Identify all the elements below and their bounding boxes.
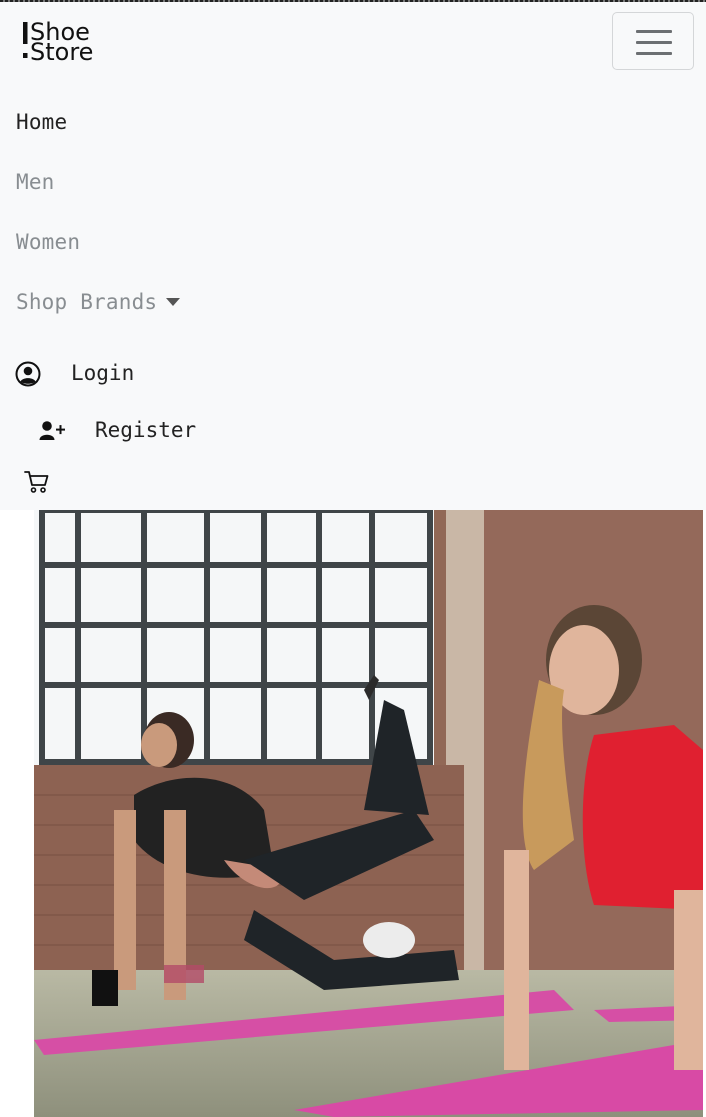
nav-link-men[interactable]: Men: [16, 170, 55, 194]
nav-link-shop-brands[interactable]: Shop Brands: [16, 290, 157, 314]
caret-down-icon[interactable]: [166, 298, 180, 306]
navbar: Shoe Store Home Men Women Shop Brands Lo…: [0, 2, 706, 510]
cart-icon[interactable]: [24, 470, 50, 498]
user-circle-icon[interactable]: [15, 361, 41, 391]
brand-logo[interactable]: Shoe Store: [22, 18, 106, 66]
nav-link-home[interactable]: Home: [16, 110, 67, 134]
hero-photo-fitness: [34, 510, 703, 1117]
logo-mark: Shoe Store: [23, 18, 93, 66]
brand-line2: Store: [30, 38, 93, 64]
menu-toggle-button[interactable]: [612, 12, 694, 70]
hero-image: [34, 510, 703, 1117]
register-link[interactable]: Register: [95, 418, 196, 442]
nav-link-women[interactable]: Women: [16, 230, 80, 254]
user-plus-icon[interactable]: [39, 420, 67, 446]
login-link[interactable]: Login: [71, 361, 134, 385]
